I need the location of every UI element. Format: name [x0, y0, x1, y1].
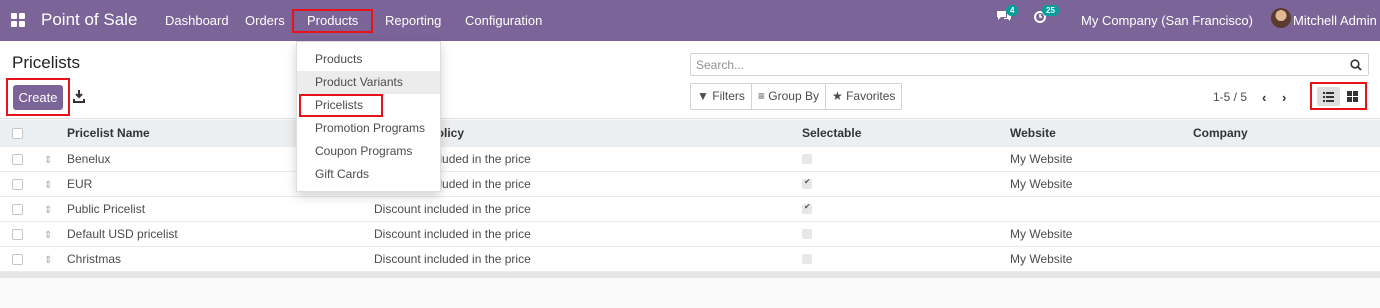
products-dropdown-menu: Products Product Variants Pricelists Pro… [296, 41, 441, 192]
website: My Website [1010, 171, 1191, 197]
top-navbar: Point of Sale Dashboard Orders Products … [0, 0, 1380, 41]
pricelist-name: Default USD pricelist [67, 221, 374, 247]
dropdown-item-pricelists[interactable]: Pricelists [297, 94, 440, 117]
search-icon[interactable] [1350, 59, 1362, 71]
download-icon[interactable] [72, 89, 86, 103]
pricelists-label: Pricelists [299, 94, 384, 117]
column-selectable[interactable]: Selectable [802, 120, 1010, 147]
filters-label: Filters [712, 89, 745, 103]
discount-policy: Discount included in the price [374, 196, 802, 222]
favorites-label: Favorites [846, 89, 896, 103]
menu-configuration[interactable]: Configuration [465, 13, 542, 28]
drag-handle-icon[interactable]: ⇕ [44, 255, 52, 266]
avatar[interactable] [1271, 8, 1291, 28]
table-footer-bar [0, 272, 1380, 278]
company [1191, 171, 1380, 197]
table-row[interactable]: ⇕ Default USD pricelist Discount include… [0, 221, 1380, 247]
website [1010, 196, 1191, 222]
website: My Website [1010, 146, 1191, 172]
dropdown-item-coupon-programs[interactable]: Coupon Programs [297, 140, 440, 163]
group-by-icon: ≡ [757, 89, 765, 103]
row-checkbox[interactable] [12, 178, 23, 190]
create-button[interactable]: Create [13, 85, 63, 110]
pricelist-name: Public Pricelist [67, 196, 374, 222]
column-website[interactable]: Website [1010, 120, 1191, 147]
selectable-checkbox [802, 229, 812, 240]
discount-policy: Discount included in the price [374, 221, 802, 247]
dropdown-item-product-variants[interactable]: Product Variants [297, 71, 440, 94]
selectable-checkbox [802, 254, 812, 265]
pager-value[interactable]: 1-5 / 5 [1213, 90, 1247, 104]
group-by-label: Group By [768, 89, 819, 103]
search-input[interactable] [696, 58, 1336, 72]
table-row[interactable]: ⇕ EUR Discount included in the price ✔ M… [0, 171, 1380, 197]
drag-handle-icon[interactable]: ⇕ [44, 155, 52, 166]
selectable-checkbox [802, 154, 812, 165]
company [1191, 146, 1380, 172]
table-row[interactable]: ⇕ Benelux Discount included in the price… [0, 146, 1380, 172]
dropdown-item-products[interactable]: Products [297, 48, 440, 71]
table-header: Pricelist Name Discount Policy Selectabl… [0, 120, 1380, 147]
apps-menu-icon[interactable] [11, 13, 25, 27]
activities-badge: 25 [1042, 5, 1059, 16]
control-panel: Pricelists Create ▼ Filters ≡ Group By ★… [0, 41, 1380, 119]
selectable-checkbox: ✔ [802, 177, 812, 190]
menu-orders[interactable]: Orders [245, 13, 285, 28]
create-highlight: Create [6, 78, 70, 116]
kanban-view-button[interactable] [1341, 87, 1364, 106]
pricelist-name: Christmas [67, 246, 374, 272]
messages-icon[interactable]: 4 [996, 5, 1019, 26]
row-checkbox[interactable] [12, 253, 23, 265]
user-menu[interactable]: Mitchell Admin [1293, 13, 1377, 28]
dropdown-item-gift-cards[interactable]: Gift Cards [297, 163, 440, 186]
kanban-view-icon [1347, 91, 1358, 102]
search-bar [690, 53, 1369, 76]
list-view-icon [1323, 92, 1334, 102]
website: My Website [1010, 221, 1191, 247]
menu-reporting[interactable]: Reporting [385, 13, 441, 28]
table-row[interactable]: ⇕ Public Pricelist Discount included in … [0, 196, 1380, 222]
company-switcher[interactable]: My Company (San Francisco) [1081, 13, 1253, 28]
activities-icon[interactable]: 25 [1033, 5, 1059, 26]
drag-handle-icon[interactable]: ⇕ [44, 205, 52, 216]
row-checkbox[interactable] [12, 153, 23, 165]
table-row[interactable]: ⇕ Christmas Discount included in the pri… [0, 246, 1380, 272]
app-name[interactable]: Point of Sale [41, 10, 137, 30]
messages-badge: 4 [1006, 5, 1019, 16]
drag-handle-icon[interactable]: ⇕ [44, 180, 52, 191]
select-all-checkbox[interactable] [12, 128, 23, 140]
menu-products[interactable]: Products [292, 9, 374, 33]
row-checkbox[interactable] [12, 203, 23, 215]
column-company[interactable]: Company [1191, 120, 1380, 147]
discount-policy: Discount included in the price [374, 246, 802, 272]
filters-button[interactable]: ▼ Filters [691, 84, 752, 109]
menu-dashboard[interactable]: Dashboard [165, 13, 229, 28]
dropdown-item-promotion-programs[interactable]: Promotion Programs [297, 117, 440, 140]
selectable-checkbox: ✔ [802, 202, 812, 215]
company [1191, 246, 1380, 272]
row-checkbox[interactable] [12, 228, 23, 240]
pricelist-table: Pricelist Name Discount Policy Selectabl… [0, 120, 1380, 272]
website: My Website [1010, 246, 1191, 272]
check-icon: ✔ [804, 177, 811, 187]
filter-icon: ▼ [697, 89, 709, 103]
company [1191, 196, 1380, 222]
drag-handle-icon[interactable]: ⇕ [44, 230, 52, 241]
list-view-button[interactable] [1317, 87, 1340, 106]
favorites-button[interactable]: ★ Favorites [826, 84, 901, 109]
pager-previous-icon[interactable]: ‹ [1262, 90, 1266, 105]
company [1191, 221, 1380, 247]
check-icon: ✔ [804, 202, 811, 212]
pager-next-icon[interactable]: › [1282, 90, 1286, 105]
group-by-button[interactable]: ≡ Group By [752, 84, 826, 109]
search-options: ▼ Filters ≡ Group By ★ Favorites [690, 83, 903, 110]
view-switcher [1310, 82, 1367, 110]
page-title: Pricelists [12, 53, 81, 72]
star-icon: ★ [831, 89, 843, 103]
